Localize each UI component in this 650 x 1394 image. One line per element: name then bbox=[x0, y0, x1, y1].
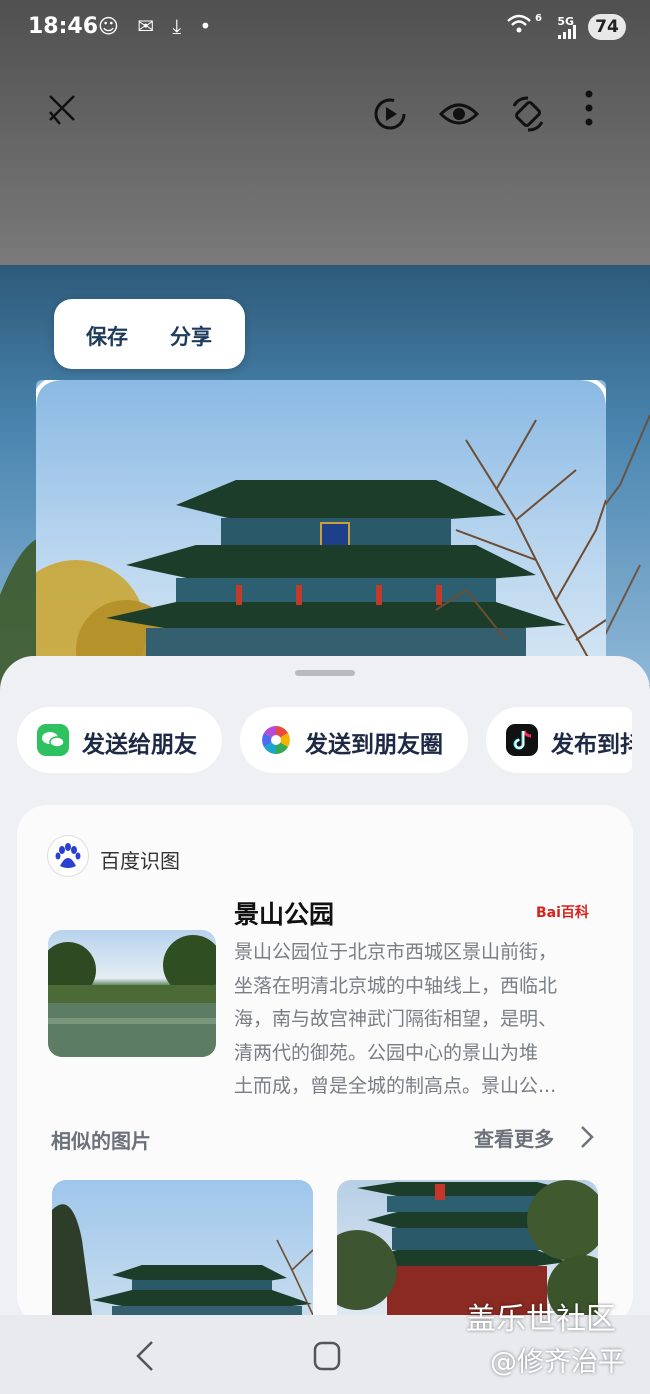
moments-icon bbox=[260, 724, 292, 756]
more-icon[interactable] bbox=[566, 90, 614, 138]
result-title[interactable]: 景山公园 bbox=[234, 895, 334, 931]
result-description: 景山公园位于北京市西城区景山前街， 坐落在明清北京城的中轴线上，西临北 海，南与… bbox=[234, 936, 604, 1104]
baike-badge: Bai百科 bbox=[536, 905, 589, 921]
baidu-paw-icon bbox=[48, 836, 88, 876]
description-line: 景山公园位于北京市西城区景山前街， bbox=[234, 941, 558, 963]
close-icon[interactable] bbox=[38, 90, 86, 138]
replay-icon[interactable] bbox=[366, 90, 414, 138]
status-bar: 18:46 ☺ ✉ ⤓ • 6 5G 74 bbox=[0, 0, 650, 56]
post-to-douyin-button[interactable]: 发布到抖 bbox=[486, 707, 632, 773]
similar-images-label: 相似的图片 bbox=[51, 1129, 151, 1153]
send-to-friend-button[interactable]: 发送给朋友 bbox=[17, 707, 222, 773]
home-icon[interactable] bbox=[312, 1340, 342, 1376]
battery-level: 74 bbox=[588, 14, 626, 40]
notification-icons: ☺ ✉ ⤓ • bbox=[98, 14, 218, 38]
selected-image-region[interactable] bbox=[36, 380, 606, 690]
description-line: 清两代的御苑。公园中心的景山为堆 bbox=[234, 1041, 539, 1064]
status-time: 18:46 bbox=[28, 14, 99, 39]
eye-icon[interactable] bbox=[435, 90, 483, 138]
result-thumbnail[interactable] bbox=[48, 930, 216, 1057]
share-button[interactable]: 分享 bbox=[170, 321, 212, 351]
description-line: 海，南与故宫神武门隔街相望，是明、 bbox=[234, 1008, 558, 1030]
back-icon[interactable] bbox=[132, 1338, 160, 1378]
chip-label: 发送到朋友圈 bbox=[305, 732, 443, 758]
wechat-icon bbox=[37, 724, 69, 756]
watermark-line1: 盖乐世社区 bbox=[466, 1302, 616, 1337]
watermark-line2: @修齐治平 bbox=[490, 1347, 625, 1378]
chip-label: 发送给朋友 bbox=[82, 732, 197, 758]
source-label: 百度识图 bbox=[100, 849, 180, 873]
save-button[interactable]: 保存 bbox=[86, 321, 128, 351]
similar-image-1[interactable] bbox=[52, 1180, 313, 1315]
view-more-label: 查看更多 bbox=[474, 1127, 554, 1151]
chevron-right-icon bbox=[578, 1123, 596, 1155]
signal-icon bbox=[558, 24, 576, 43]
description-line: 坐落在明清北京城的中轴线上，西临北 bbox=[234, 974, 558, 997]
view-more-link[interactable]: 查看更多 bbox=[474, 1123, 594, 1151]
sheet-drag-handle[interactable] bbox=[295, 670, 355, 676]
wifi-badge: 6 bbox=[535, 13, 542, 24]
wifi-icon bbox=[506, 13, 532, 40]
chip-label: 发布到抖 bbox=[551, 732, 632, 758]
send-to-moments-button[interactable]: 发送到朋友圈 bbox=[240, 707, 468, 773]
save-share-popup: 保存 分享 bbox=[54, 299, 245, 369]
rotate-icon[interactable] bbox=[504, 90, 552, 138]
description-line: 土而成，曾是全城的制高点。景山公... bbox=[234, 1075, 557, 1097]
douyin-icon bbox=[506, 724, 538, 756]
